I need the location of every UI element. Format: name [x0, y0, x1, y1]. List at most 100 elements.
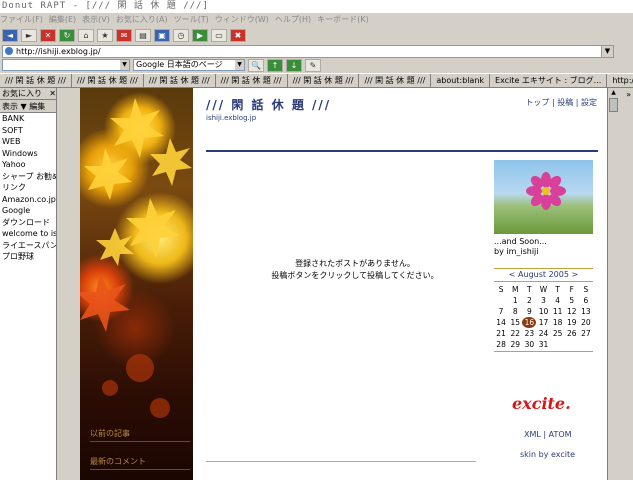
favorite-item[interactable]: WEB: [0, 136, 56, 148]
tab-icon[interactable]: ▣: [154, 29, 170, 42]
calendar-today[interactable]: 16: [522, 317, 537, 328]
favorite-item[interactable]: ライエースパン 多: [0, 240, 56, 252]
photo-caption-author[interactable]: by im_ishiji: [494, 247, 547, 257]
web-content: 以前の記事 最新のコメント /// 閑 話 休 題 /// ishiji.exb…: [80, 88, 607, 480]
search-icon[interactable]: 🔍: [248, 58, 264, 72]
tab-6[interactable]: /// 閑 話 休 題 ///: [359, 74, 432, 87]
mail-icon[interactable]: ✉: [116, 29, 132, 42]
menu-view[interactable]: 表示(V): [82, 13, 110, 27]
calendar-day: 20: [581, 318, 591, 327]
skin-credit[interactable]: skin by excite: [520, 450, 575, 459]
favorites-toolbar: 表示 ▼ 編集: [0, 100, 56, 113]
up-arrow-icon[interactable]: ↑: [267, 58, 283, 72]
search-row: Google 日本語のページ 🔍 ↑ ↓ ✎: [0, 58, 633, 72]
blog-nav[interactable]: トップ | 投稿 | 設定: [525, 97, 597, 108]
tab-2[interactable]: /// 閑 話 休 題 ///: [72, 74, 144, 87]
profile-photo[interactable]: [494, 160, 593, 234]
weekday: F: [569, 285, 574, 294]
calendar: < August 2005 > S M T W T F S 1 2 3 4 5 …: [494, 268, 593, 352]
favorite-item[interactable]: SOFT: [0, 125, 56, 137]
tab-about-blank[interactable]: about:blank: [431, 74, 491, 87]
favorites-title: お気に入り: [2, 89, 42, 98]
blog-title[interactable]: /// 閑 話 休 題 ///: [206, 96, 331, 113]
history-icon[interactable]: ◷: [173, 29, 189, 42]
cosmos-flower-image: [526, 172, 566, 210]
no-posts-message: 登録されたポストがありません。 投稿ボタンをクリックして投稿してください。: [250, 258, 460, 282]
window-edge: »: [619, 88, 633, 480]
calendar-day: 14: [496, 318, 506, 327]
calendar-day: 30: [524, 340, 535, 349]
home-icon[interactable]: ⌂: [78, 29, 94, 42]
address-url: http://ishiji.exblog.jp/: [16, 46, 101, 56]
tab-4[interactable]: /// 閑 話 休 題 ///: [216, 74, 288, 87]
calendar-day: 31: [538, 340, 549, 349]
previous-posts-label[interactable]: 以前の記事: [90, 428, 190, 442]
excite-logo[interactable]: excite.: [512, 394, 571, 413]
menu-help[interactable]: ヘルプ(H): [275, 13, 311, 27]
blog-url: ishiji.exblog.jp: [206, 114, 257, 122]
tab-3[interactable]: /// 閑 話 休 題 ///: [144, 74, 216, 87]
window-icon[interactable]: ▭: [211, 29, 227, 42]
search-engine-select[interactable]: Google 日本語のページ: [133, 59, 245, 71]
scroll-up-icon[interactable]: ▲: [608, 88, 619, 98]
stop-icon[interactable]: ✕: [40, 29, 56, 42]
back-icon[interactable]: ◄: [2, 29, 18, 42]
favorite-item[interactable]: ダウンロード: [0, 217, 56, 229]
search-query-field[interactable]: [2, 59, 130, 71]
forward-icon[interactable]: ►: [21, 29, 37, 42]
calendar-day: 9: [526, 307, 532, 316]
edit-button[interactable]: 編集: [29, 102, 45, 111]
calendar-day: 21: [496, 329, 506, 338]
tab-excite[interactable]: Excite エキサイト : ブログ...: [490, 74, 608, 87]
favorite-item[interactable]: Amazon.co.jp ア: [0, 194, 56, 206]
down-arrow-icon[interactable]: ↓: [286, 58, 302, 72]
menu-edit[interactable]: 編集(E): [49, 13, 76, 27]
calendar-week: 7 8 9 10 11 12 13: [494, 306, 593, 317]
favorite-item[interactable]: BANK: [0, 113, 56, 125]
tab-5[interactable]: /// 閑 話 休 題 ///: [288, 74, 360, 87]
refresh-icon[interactable]: ↻: [59, 29, 75, 42]
main-toolbar: ◄ ► ✕ ↻ ⌂ ★ ✉ ▤ ▣ ◷ ▶ ▭ ✖: [0, 27, 633, 44]
close-tab-icon[interactable]: ✖: [230, 29, 246, 42]
calendar-day: 1: [512, 296, 518, 305]
scroll-thumb[interactable]: [609, 98, 618, 112]
calendar-day: 5: [569, 296, 575, 305]
favorite-item[interactable]: Google: [0, 205, 56, 217]
menu-keyboard[interactable]: キーボード(K): [317, 13, 369, 27]
tab-goo[interactable]: http://www.goo...: [607, 74, 633, 87]
calendar-week: 1 2 3 4 5 6: [494, 295, 593, 306]
header-rule: [206, 150, 598, 152]
calendar-title[interactable]: < August 2005 >: [494, 268, 593, 282]
menu-window[interactable]: ウィンドウ(W): [215, 13, 269, 27]
view-button[interactable]: 表示: [2, 102, 18, 111]
menu-favorites[interactable]: お気に入り(A): [116, 13, 168, 27]
vertical-scrollbar[interactable]: ▲: [607, 88, 619, 480]
favorite-item[interactable]: プロ野球: [0, 251, 56, 263]
tab-bar: /// 閑 話 休 題 /// /// 閑 話 休 題 /// /// 閑 話 …: [0, 73, 633, 88]
photo-caption-title: ...and Soon...: [494, 237, 547, 246]
latest-comments-label[interactable]: 最新のコメント: [90, 456, 190, 470]
calendar-day: 17: [538, 318, 549, 327]
favorite-item[interactable]: Windows: [0, 148, 56, 160]
weekday: S: [583, 285, 589, 294]
favorite-item[interactable]: Yahoo: [0, 159, 56, 171]
favorites-icon[interactable]: ★: [97, 29, 113, 42]
maple-leaves-image: [80, 98, 192, 418]
feed-links[interactable]: XML | ATOM: [524, 430, 572, 439]
chevron-right-icon[interactable]: »: [626, 90, 631, 99]
address-bar[interactable]: http://ishiji.exblog.jp/ ▼: [2, 44, 614, 58]
highlight-icon[interactable]: ✎: [305, 58, 321, 72]
calendar-day: 8: [512, 307, 518, 316]
address-dropdown-icon[interactable]: ▼: [601, 45, 613, 57]
close-icon[interactable]: ✕: [49, 88, 56, 99]
favorite-item[interactable]: welcome to ishi: [0, 228, 56, 240]
favorite-item[interactable]: シャープ お勧め: [0, 171, 56, 183]
menu-file[interactable]: ファイル(F): [0, 13, 43, 27]
go-icon[interactable]: ▶: [192, 29, 208, 42]
favorite-item[interactable]: リンク: [0, 182, 56, 194]
weekday: T: [555, 285, 560, 294]
menu-tools[interactable]: ツール(T): [174, 13, 209, 27]
tab-1[interactable]: /// 閑 話 休 題 ///: [0, 74, 72, 87]
panel-splitter[interactable]: [57, 88, 80, 480]
print-icon[interactable]: ▤: [135, 29, 151, 42]
